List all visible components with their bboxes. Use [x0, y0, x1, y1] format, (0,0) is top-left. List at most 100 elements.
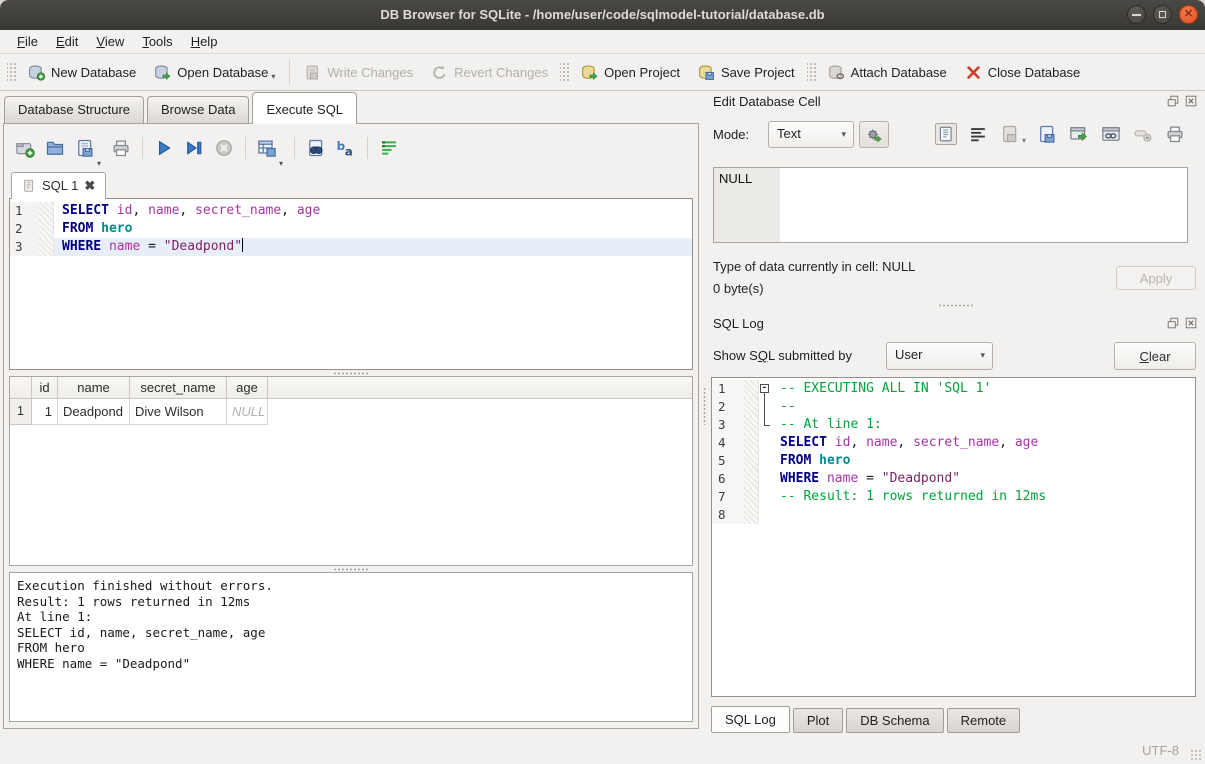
line-number: 1 — [712, 380, 744, 398]
fold-collapse-icon[interactable]: - — [760, 384, 769, 393]
svg-text:a: a — [345, 145, 353, 159]
column-header-age[interactable]: age — [227, 377, 268, 399]
log-tree — [759, 398, 772, 416]
cell-word-wrap-icon[interactable] — [967, 123, 989, 145]
log-filter-value: User — [895, 347, 922, 362]
float-panel-icon[interactable] — [1166, 94, 1180, 108]
execute-current-line-icon[interactable] — [184, 138, 204, 158]
dock-tab-remote[interactable]: Remote — [947, 708, 1021, 733]
splitter-results-message[interactable] — [9, 566, 693, 572]
dock-tab-sql-log[interactable]: SQL Log — [711, 706, 790, 733]
table-cell[interactable]: NULL — [227, 399, 268, 425]
minimize-icon[interactable] — [1127, 5, 1146, 24]
open-in-external-icon[interactable] — [1068, 123, 1090, 145]
apply-button[interactable]: Apply — [1116, 266, 1196, 290]
toolbar-handle[interactable] — [807, 61, 816, 83]
column-header-name[interactable]: name — [58, 377, 130, 399]
menu-tools[interactable]: Tools — [133, 32, 181, 51]
tab-database-structure[interactable]: Database Structure — [4, 96, 144, 123]
resize-grip[interactable] — [1190, 749, 1202, 761]
sql-document-icon — [22, 179, 36, 193]
revert-changes-button[interactable]: Revert Changes — [422, 60, 557, 85]
table-row[interactable]: 11DeadpondDive WilsonNULL — [10, 399, 692, 425]
code-text — [772, 506, 1195, 524]
code-text: -- At line 1: — [772, 416, 1195, 434]
code-text: FROM hero — [54, 220, 692, 238]
log-filter-select[interactable]: User ▾ — [886, 342, 993, 370]
splitter-cell-log[interactable] — [707, 302, 1205, 308]
find-icon[interactable] — [306, 138, 326, 158]
menu-view[interactable]: View — [87, 32, 133, 51]
table-cell[interactable]: 1 — [32, 399, 58, 425]
sql-editor-toolbar: ▾▾ba — [9, 128, 693, 168]
close-sql-tab-icon[interactable]: ✖ — [84, 179, 95, 192]
dock-tab-plot[interactable]: Plot — [793, 708, 843, 733]
word-wrap-icon[interactable] — [379, 138, 399, 158]
results-corner-cell[interactable] — [10, 377, 32, 399]
window-controls — [1127, 5, 1198, 24]
tab-browse-data[interactable]: Browse Data — [147, 96, 249, 123]
copy-link-icon[interactable] — [1100, 123, 1122, 145]
write-changes-button[interactable]: Write Changes — [295, 60, 422, 85]
cell-editor[interactable]: NULL — [713, 167, 1188, 243]
sql-log-view[interactable]: 1--- EXECUTING ALL IN 'SQL 1'2--3-- At l… — [711, 377, 1196, 697]
execute-all-icon[interactable] — [154, 138, 174, 158]
save-sql-file-icon[interactable] — [75, 138, 95, 158]
open-sql-file-icon[interactable] — [45, 138, 65, 158]
fold-margin — [39, 220, 54, 238]
apply-mode-button[interactable] — [859, 121, 889, 148]
new-database-button[interactable]: New Database — [19, 60, 145, 85]
column-header-id[interactable]: id — [32, 377, 58, 399]
close-panel-icon[interactable] — [1184, 94, 1198, 108]
toolbar-handle[interactable] — [7, 61, 16, 83]
dock-tab-db-schema[interactable]: DB Schema — [846, 708, 943, 733]
import-data-icon[interactable] — [999, 123, 1021, 145]
save-project-button[interactable]: Save Project — [689, 60, 804, 85]
splitter-editor-results[interactable] — [9, 370, 693, 376]
set-null-icon[interactable] — [1132, 123, 1154, 145]
mode-select-value: Text — [777, 126, 801, 141]
table-cell[interactable]: Deadpond — [58, 399, 130, 425]
code-line: 4SELECT id, name, secret_name, age — [712, 434, 1195, 452]
execution-message: Execution finished without errors. Resul… — [9, 572, 693, 722]
stop-execution-icon[interactable] — [214, 138, 234, 158]
text-mode-icon[interactable] — [935, 123, 957, 145]
save-results-icon[interactable] — [257, 138, 277, 158]
encoding-indicator: UTF-8 — [1142, 743, 1179, 758]
open-database-button[interactable]: Open Database▾ — [145, 60, 284, 85]
column-header-secret-name[interactable]: secret_name — [130, 377, 227, 399]
titlebar[interactable]: DB Browser for SQLite - /home/user/code/… — [0, 0, 1205, 30]
mode-label: Mode: — [713, 127, 749, 142]
maximize-icon[interactable] — [1153, 5, 1172, 24]
results-table[interactable]: idnamesecret_nameage11DeadpondDive Wilso… — [9, 376, 693, 566]
cell-editor-text-area[interactable] — [780, 168, 1187, 242]
menu-file[interactable]: File — [8, 32, 47, 51]
close-database-button[interactable]: Close Database — [956, 60, 1090, 85]
attach-database-button[interactable]: Attach Database — [819, 60, 956, 85]
export-data-icon[interactable] — [1036, 123, 1058, 145]
main-tab-bar: Database StructureBrowse DataExecute SQL — [0, 90, 701, 123]
menu-help[interactable]: Help — [182, 32, 227, 51]
print-sql-icon[interactable] — [111, 138, 131, 158]
sql-tab-bar: SQL 1 ✖ — [9, 168, 693, 198]
print-cell-icon[interactable] — [1164, 123, 1186, 145]
tab-sql-1[interactable]: SQL 1 ✖ — [11, 172, 106, 199]
toolbar-handle[interactable] — [560, 61, 569, 83]
clear-log-button[interactable]: Clear — [1114, 342, 1196, 370]
table-cell[interactable]: Dive Wilson — [130, 399, 227, 425]
menu-edit[interactable]: Edit — [47, 32, 87, 51]
tab-execute-sql[interactable]: Execute SQL — [252, 92, 357, 124]
float-panel-icon[interactable] — [1166, 316, 1180, 330]
mode-select[interactable]: Text ▾ — [768, 121, 854, 148]
sql-editor[interactable]: 1SELECT id, name, secret_name, age2FROM … — [9, 198, 693, 370]
close-icon[interactable] — [1179, 5, 1198, 24]
autocomplete-icon[interactable]: ba — [336, 138, 356, 158]
toolbar-button-label: Close Database — [988, 65, 1081, 80]
dropdown-caret-icon: ▾ — [279, 159, 283, 168]
toolbar-separator — [294, 137, 295, 159]
fold-margin — [744, 470, 759, 488]
new-sql-tab-icon[interactable] — [15, 138, 35, 158]
open-project-button[interactable]: Open Project — [572, 60, 689, 85]
fold-margin — [744, 380, 759, 398]
close-panel-icon[interactable] — [1184, 316, 1198, 330]
